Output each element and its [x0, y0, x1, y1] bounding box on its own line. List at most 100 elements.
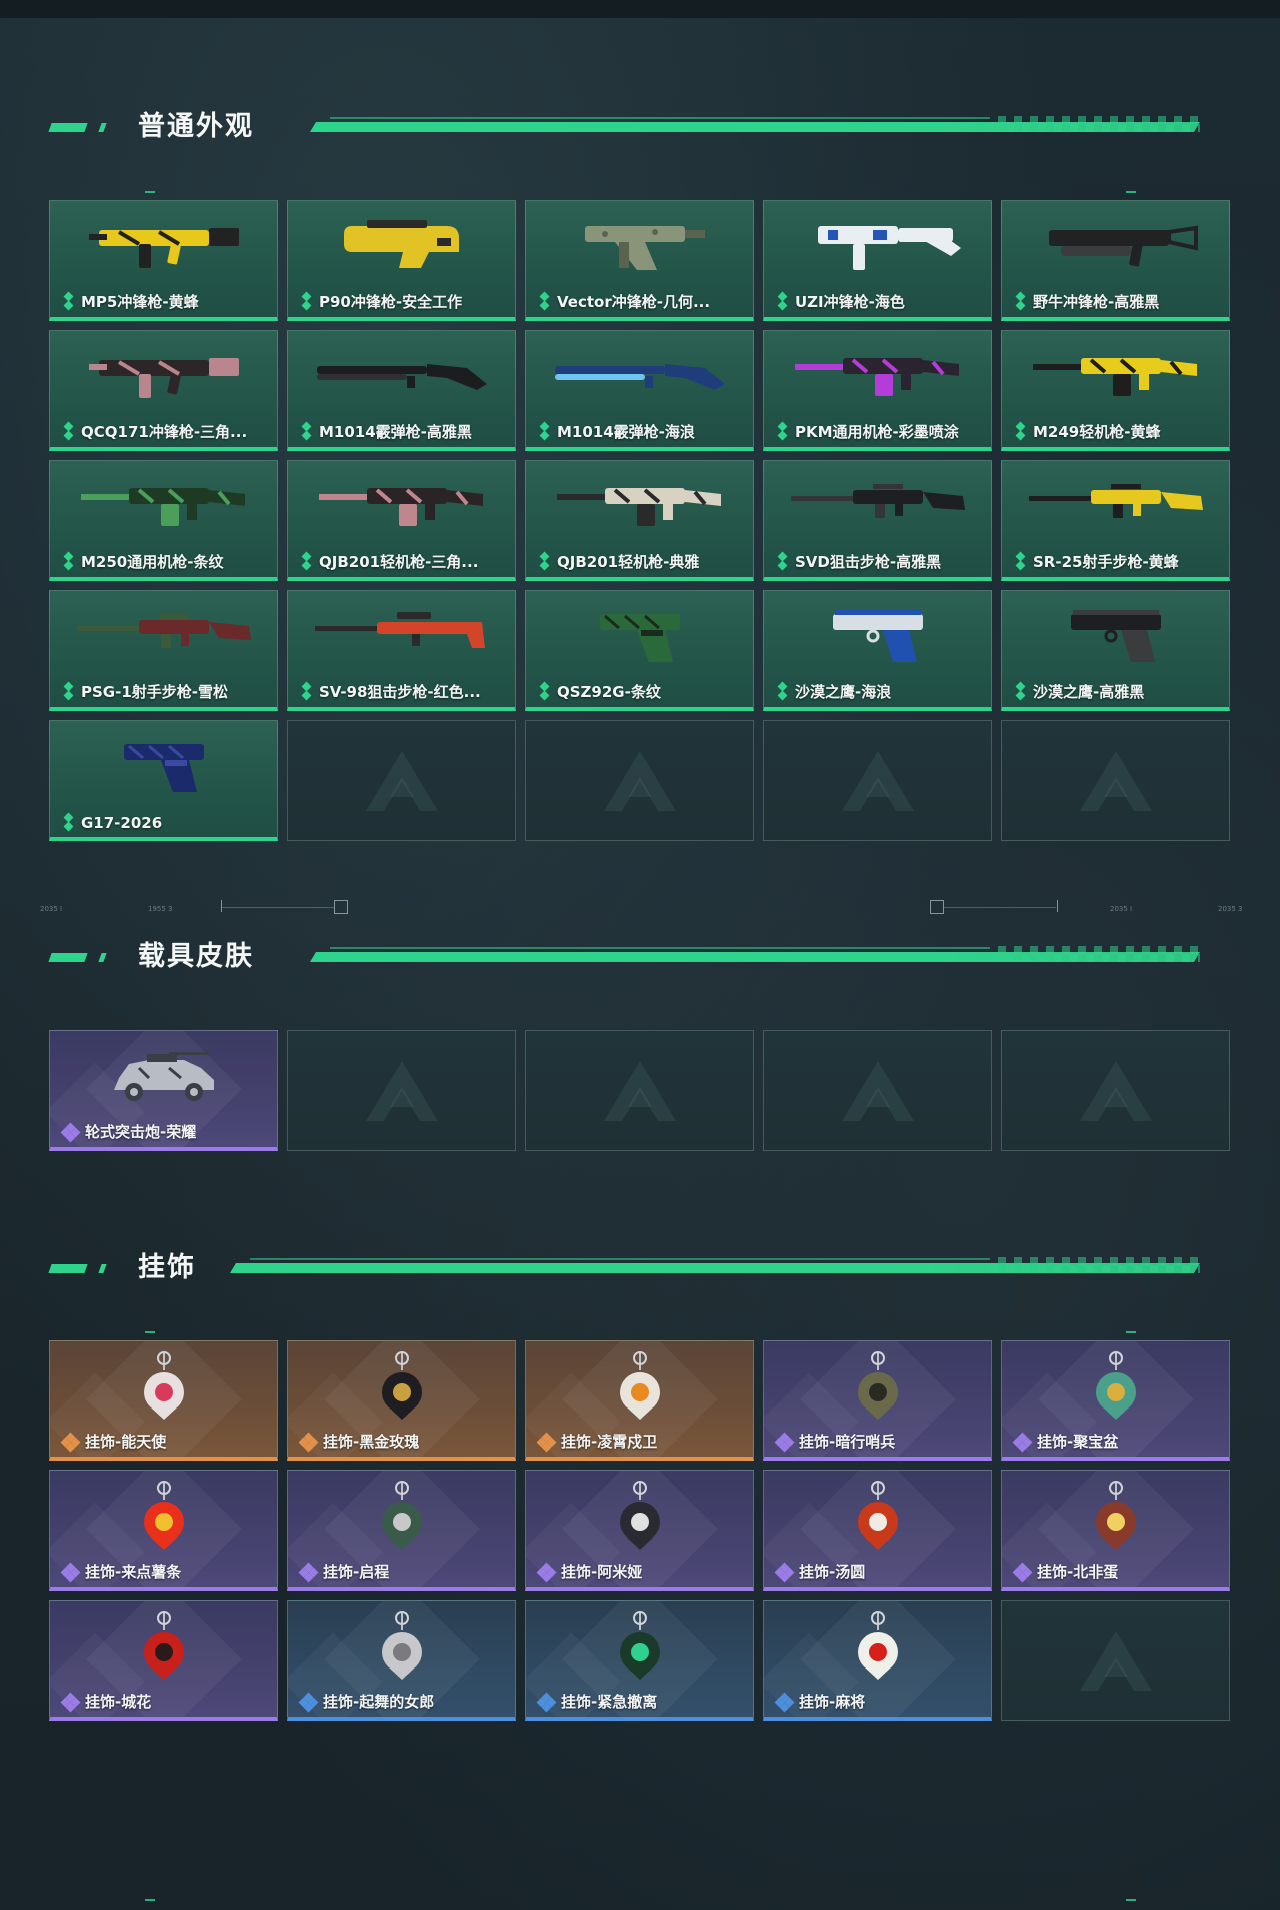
item-card-qsz92g-条纹[interactable]: QSZ92G-条纹	[525, 590, 754, 711]
header-dash	[48, 1264, 88, 1273]
rarity-icon	[1014, 421, 1028, 441]
charm-image	[526, 1477, 753, 1555]
rarity-icon	[300, 681, 314, 701]
deco-line	[222, 907, 334, 908]
empty-slot	[525, 1030, 754, 1151]
item-card-qcq171冲锋枪-三角[interactable]: QCQ171冲锋枪-三角...	[49, 330, 278, 451]
item-card-挂饰-来点薯条[interactable]: 挂饰-来点薯条	[49, 1470, 278, 1591]
item-label: 沙漠之鹰-高雅黑	[1033, 683, 1145, 701]
rarity-icon	[776, 291, 790, 311]
item-card-挂饰-聚宝盆[interactable]: 挂饰-聚宝盆	[1001, 1340, 1230, 1461]
item-label-row: MP5冲锋枪-黄蜂	[62, 291, 199, 312]
item-card-挂饰-黑金玫瑰[interactable]: 挂饰-黑金玫瑰	[287, 1340, 516, 1461]
item-card-pkm通用机枪-彩墨喷涂[interactable]: PKM通用机枪-彩墨喷涂	[763, 330, 992, 451]
rarity-icon	[60, 1562, 81, 1582]
item-card-m1014霰弹枪-高雅黑[interactable]: M1014霰弹枪-高雅黑	[287, 330, 516, 451]
item-label: 轮式突击炮-荣耀	[85, 1123, 197, 1141]
charm-image	[50, 1347, 277, 1425]
item-card-挂饰-启程[interactable]: 挂饰-启程	[287, 1470, 516, 1591]
section-header-charms: 挂饰	[0, 1250, 1280, 1290]
item-label-row: P90冲锋枪-安全工作	[300, 291, 462, 312]
item-card-qjb201轻机枪-典雅[interactable]: QJB201轻机枪-典雅	[525, 460, 754, 581]
item-card-svd狙击步枪-高雅黑[interactable]: SVD狙击步枪-高雅黑	[763, 460, 992, 581]
placeholder-logo-icon	[841, 1060, 914, 1121]
deco-square	[334, 900, 348, 914]
item-card-挂饰-暗行哨兵[interactable]: 挂饰-暗行哨兵	[763, 1340, 992, 1461]
item-label: 挂饰-聚宝盆	[1037, 1433, 1119, 1451]
charm-image	[526, 1347, 753, 1425]
header-checker	[990, 1257, 1200, 1273]
item-card-挂饰-阿米娅[interactable]: 挂饰-阿米娅	[525, 1470, 754, 1591]
item-label: SR-25射手步枪-黄蜂	[1033, 553, 1179, 571]
charm-image	[288, 1607, 515, 1685]
item-label: 挂饰-黑金玫瑰	[323, 1433, 420, 1451]
item-label: 沙漠之鹰-海浪	[795, 683, 892, 701]
item-card-挂饰-城花[interactable]: 挂饰-城花	[49, 1600, 278, 1721]
charm-image	[764, 1477, 991, 1555]
rarity-icon	[300, 421, 314, 441]
header-checker	[990, 116, 1200, 132]
item-label-row: G17-2026	[62, 812, 163, 832]
empty-slot	[525, 720, 754, 841]
item-card-轮式突击炮-荣耀[interactable]: 轮式突击炮-荣耀	[49, 1030, 278, 1151]
item-label-row: 挂饰-紧急撤离	[536, 1691, 657, 1712]
rarity-icon	[776, 421, 790, 441]
item-label: 挂饰-启程	[323, 1563, 390, 1581]
item-card-m250通用机枪-条纹[interactable]: M250通用机枪-条纹	[49, 460, 278, 581]
deagle-image	[764, 597, 991, 675]
item-card-mp5冲锋枪-黄蜂[interactable]: MP5冲锋枪-黄蜂	[49, 200, 278, 321]
item-card-沙漠之鹰-海浪[interactable]: 沙漠之鹰-海浪	[763, 590, 992, 711]
item-label: 挂饰-汤圆	[799, 1563, 866, 1581]
item-card-g17-2026[interactable]: G17-2026	[49, 720, 278, 841]
item-card-沙漠之鹰-高雅黑[interactable]: 沙漠之鹰-高雅黑	[1001, 590, 1230, 711]
corner-tick	[1126, 1899, 1136, 1901]
item-card-sv-98狙击步枪-红色[interactable]: SV-98狙击步枪-红色...	[287, 590, 516, 711]
item-label: QCQ171冲锋枪-三角...	[81, 423, 248, 441]
item-label-row: 挂饰-起舞的女郎	[298, 1691, 434, 1712]
item-card-m1014霰弹枪-海浪[interactable]: M1014霰弹枪-海浪	[525, 330, 754, 451]
item-card-挂饰-北非蛋[interactable]: 挂饰-北非蛋	[1001, 1470, 1230, 1591]
pistol-image	[526, 597, 753, 675]
item-label-row: UZI冲锋枪-海色	[776, 291, 905, 312]
header-dash-small	[98, 953, 107, 962]
item-card-挂饰-汤圆[interactable]: 挂饰-汤圆	[763, 1470, 992, 1591]
item-card-sr-25射手步枪-黄蜂[interactable]: SR-25射手步枪-黄蜂	[1001, 460, 1230, 581]
item-label: 野牛冲锋枪-高雅黑	[1033, 293, 1160, 311]
item-card-挂饰-起舞的女郎[interactable]: 挂饰-起舞的女郎	[287, 1600, 516, 1721]
item-card-野牛冲锋枪-高雅黑[interactable]: 野牛冲锋枪-高雅黑	[1001, 200, 1230, 321]
item-label: M249轻机枪-黄蜂	[1033, 423, 1161, 441]
item-card-挂饰-麻将[interactable]: 挂饰-麻将	[763, 1600, 992, 1721]
item-card-挂饰-凌霄戍卫[interactable]: 挂饰-凌霄戍卫	[525, 1340, 754, 1461]
rarity-icon	[62, 291, 76, 311]
item-card-qjb201轻机枪-三角[interactable]: QJB201轻机枪-三角...	[287, 460, 516, 581]
item-card-uzi冲锋枪-海色[interactable]: UZI冲锋枪-海色	[763, 200, 992, 321]
item-label: G17-2026	[81, 814, 163, 832]
item-label-row: M249轻机枪-黄蜂	[1014, 421, 1160, 442]
vehicle-image	[50, 1037, 277, 1115]
item-card-p90冲锋枪-安全工作[interactable]: P90冲锋枪-安全工作	[287, 200, 516, 321]
deco-text: 2035 I	[40, 905, 63, 913]
empty-slot	[1001, 1600, 1230, 1721]
empty-slot	[287, 1030, 516, 1151]
placeholder-logo-icon	[365, 1060, 438, 1121]
smg-image	[50, 207, 277, 285]
item-label-row: QJB201轻机枪-三角...	[300, 551, 478, 572]
item-label-row: Vector冲锋枪-几何...	[538, 291, 710, 312]
smg-image	[50, 337, 277, 415]
rarity-icon	[1014, 551, 1028, 571]
item-card-挂饰-能天使[interactable]: 挂饰-能天使	[49, 1340, 278, 1461]
item-label: 挂饰-城花	[85, 1693, 152, 1711]
empty-slot	[287, 720, 516, 841]
deco-text: 1955 3	[148, 905, 173, 913]
rarity-icon	[298, 1692, 319, 1712]
placeholder-logo-icon	[1079, 750, 1152, 811]
item-card-挂饰-紧急撤离[interactable]: 挂饰-紧急撤离	[525, 1600, 754, 1721]
item-card-vector冲锋枪-几何[interactable]: Vector冲锋枪-几何...	[525, 200, 754, 321]
item-card-psg-1射手步枪-雪松[interactable]: PSG-1射手步枪-雪松	[49, 590, 278, 711]
item-label-row: QJB201轻机枪-典雅	[538, 551, 699, 572]
rarity-icon	[538, 291, 552, 311]
empty-slot	[1001, 720, 1230, 841]
item-label-row: 沙漠之鹰-高雅黑	[1014, 681, 1144, 702]
rarity-icon	[60, 1692, 81, 1712]
item-card-m249轻机枪-黄蜂[interactable]: M249轻机枪-黄蜂	[1001, 330, 1230, 451]
